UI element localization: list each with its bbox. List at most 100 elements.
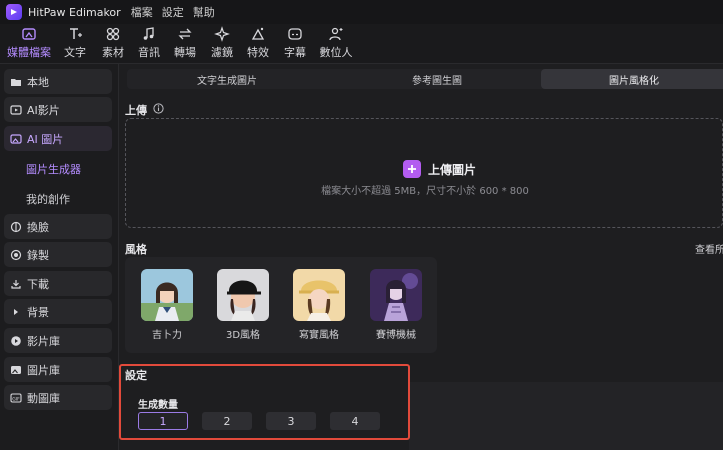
sidebar-item-label: AI影片 — [27, 103, 60, 117]
style-thumbnail — [141, 269, 193, 321]
tool-text-label: 文字 — [64, 46, 86, 59]
count-option-1[interactable]: 1 — [138, 412, 188, 430]
sidebar-item-download[interactable]: 下載 — [4, 271, 112, 296]
sidebar-item-video-library[interactable]: 影片庫 — [4, 328, 112, 353]
audio-icon — [143, 27, 154, 40]
tab-image-stylize[interactable]: 圖片風格化 — [541, 69, 723, 89]
upload-image-label: 上傳圖片 — [428, 162, 477, 177]
tool-subtitle[interactable]: 字幕 — [280, 26, 310, 62]
sidebar-item-local[interactable]: 本地 — [4, 69, 112, 94]
style-thumbnail — [217, 269, 269, 321]
app-name: HitPaw Edimakor — [28, 5, 121, 19]
tool-audio-label: 音訊 — [138, 46, 160, 59]
count-option-3[interactable]: 3 — [266, 412, 316, 430]
tool-filter[interactable]: 濾鏡 — [207, 26, 237, 62]
sidebar-item-background[interactable]: 背景 — [4, 299, 112, 324]
sidebar-item-label: 圖片庫 — [27, 363, 60, 377]
sidebar-item-label: 動圖庫 — [27, 391, 60, 405]
sidebar-item-label: 錄製 — [27, 248, 49, 262]
style-thumbnail — [370, 269, 422, 321]
ai-image-icon — [10, 133, 22, 144]
sidebar-item-ai-video[interactable]: AI影片 — [4, 97, 112, 122]
video-library-icon — [11, 335, 21, 346]
tool-transition[interactable]: 轉場 — [170, 26, 200, 62]
sidebar-item-face-swap[interactable]: 換臉 — [4, 214, 112, 239]
tool-media[interactable]: 媒體檔案 — [6, 26, 52, 62]
subtitle-icon — [288, 28, 302, 40]
tab-reference-image[interactable]: 參考圖生圖 — [337, 69, 537, 89]
count-option-2[interactable]: 2 — [202, 412, 252, 430]
tool-subtitle-label: 字幕 — [284, 46, 306, 59]
tool-materials[interactable]: 素材 — [98, 26, 128, 62]
transition-icon — [178, 28, 192, 40]
sidebar-sub-my-creations[interactable]: 我的創作 — [26, 191, 70, 207]
generate-count-label: 生成數量 — [138, 400, 178, 411]
upload-section-label: 上傳 — [125, 104, 147, 117]
style-panel: 吉卜力 3D風格 寫實風格 賽博機械 — [125, 257, 437, 353]
sidebar-item-label: 下載 — [27, 277, 49, 291]
folder-icon — [11, 78, 21, 86]
plus-icon — [403, 160, 421, 178]
sidebar-sub-image-generator[interactable]: 圖片生成器 — [26, 161, 81, 177]
tool-digital-human[interactable]: 數位人 — [318, 26, 354, 62]
menu-settings[interactable]: 設定 — [162, 4, 184, 20]
image-library-icon — [11, 365, 21, 374]
info-icon[interactable] — [153, 103, 164, 114]
app-logo-icon — [6, 4, 22, 20]
settings-section-label: 設定 — [125, 369, 147, 382]
upload-hint: 檔案大小不超過 5MB，尺寸不小於 600 * 800 — [321, 186, 529, 197]
media-icon — [22, 28, 36, 40]
tool-effects-label: 特效 — [247, 46, 269, 59]
tool-filter-label: 濾鏡 — [211, 46, 233, 59]
settings-strip — [409, 382, 723, 450]
menu-file[interactable]: 檔案 — [131, 4, 153, 20]
mode-tabs: 文字生成圖片 參考圖生圖 圖片風格化 — [127, 69, 723, 89]
main-panel: 文字生成圖片 參考圖生圖 圖片風格化 上傳 上傳圖片 檔案大小不超過 5MB，尺… — [119, 64, 723, 450]
style-card-ghibli[interactable]: 吉卜力 — [141, 269, 193, 341]
sidebar-item-image-library[interactable]: 圖片庫 — [4, 357, 112, 382]
upload-dropzone[interactable]: 上傳圖片 檔案大小不超過 5MB，尺寸不小於 600 * 800 — [125, 118, 723, 228]
sidebar-item-ai-image[interactable]: AI 圖片 — [4, 126, 112, 151]
style-section-label: 風格 — [125, 243, 147, 256]
style-card-3d[interactable]: 3D風格 — [217, 269, 269, 341]
face-swap-icon — [10, 221, 22, 232]
style-name: 吉卜力 — [152, 330, 182, 341]
text-icon — [70, 28, 82, 39]
style-thumbnail — [293, 269, 345, 321]
tool-effects[interactable]: 特效 — [243, 26, 273, 62]
background-icon — [14, 308, 18, 315]
ai-video-icon — [10, 104, 22, 115]
tool-digital-human-label: 數位人 — [319, 46, 353, 59]
sidebar-item-label: 本地 — [27, 75, 49, 89]
style-card-cyber[interactable]: 賽博機械 — [370, 269, 422, 341]
tool-materials-label: 素材 — [102, 46, 124, 59]
style-card-realistic[interactable]: 寫實風格 — [293, 269, 345, 341]
upload-image-button[interactable]: 上傳圖片 — [403, 159, 476, 179]
main-toolbar: 媒體檔案 文字 素材 音訊 轉場 濾鏡 特效 字幕 數位人 — [0, 24, 723, 64]
gif-library-icon: GIF — [10, 392, 22, 403]
tab-text-to-image[interactable]: 文字生成圖片 — [127, 69, 327, 89]
tool-text[interactable]: 文字 — [60, 26, 90, 62]
tool-transition-label: 轉場 — [174, 46, 196, 59]
count-option-4[interactable]: 4 — [330, 412, 380, 430]
tool-media-label: 媒體檔案 — [7, 46, 51, 59]
style-name: 賽博機械 — [376, 330, 416, 341]
materials-icon — [106, 27, 120, 41]
svg-text:GIF: GIF — [12, 396, 20, 402]
view-all-link[interactable]: 查看所 — [695, 241, 723, 256]
sidebar-item-label: 換臉 — [27, 220, 49, 234]
sidebar-item-label: 影片庫 — [27, 334, 60, 348]
record-icon — [10, 249, 22, 260]
sidebar-item-gif-library[interactable]: GIF 動圖庫 — [4, 385, 112, 410]
style-name: 寫實風格 — [299, 330, 339, 341]
digital-human-icon — [329, 27, 343, 41]
style-name: 3D風格 — [225, 330, 261, 341]
menu-help[interactable]: 幫助 — [193, 4, 215, 20]
title-bar: HitPaw Edimakor 檔案 設定 幫助 — [0, 0, 723, 24]
sidebar-item-record[interactable]: 錄製 — [4, 242, 112, 267]
tool-audio[interactable]: 音訊 — [134, 26, 164, 62]
sidebar-item-label: 背景 — [27, 305, 49, 319]
filter-icon — [214, 26, 230, 42]
download-icon — [11, 279, 21, 289]
sidebar: 本地 AI影片 AI 圖片 圖片生成器 我的創作 換臉 錄製 下載 背景 影片庫… — [0, 64, 118, 450]
